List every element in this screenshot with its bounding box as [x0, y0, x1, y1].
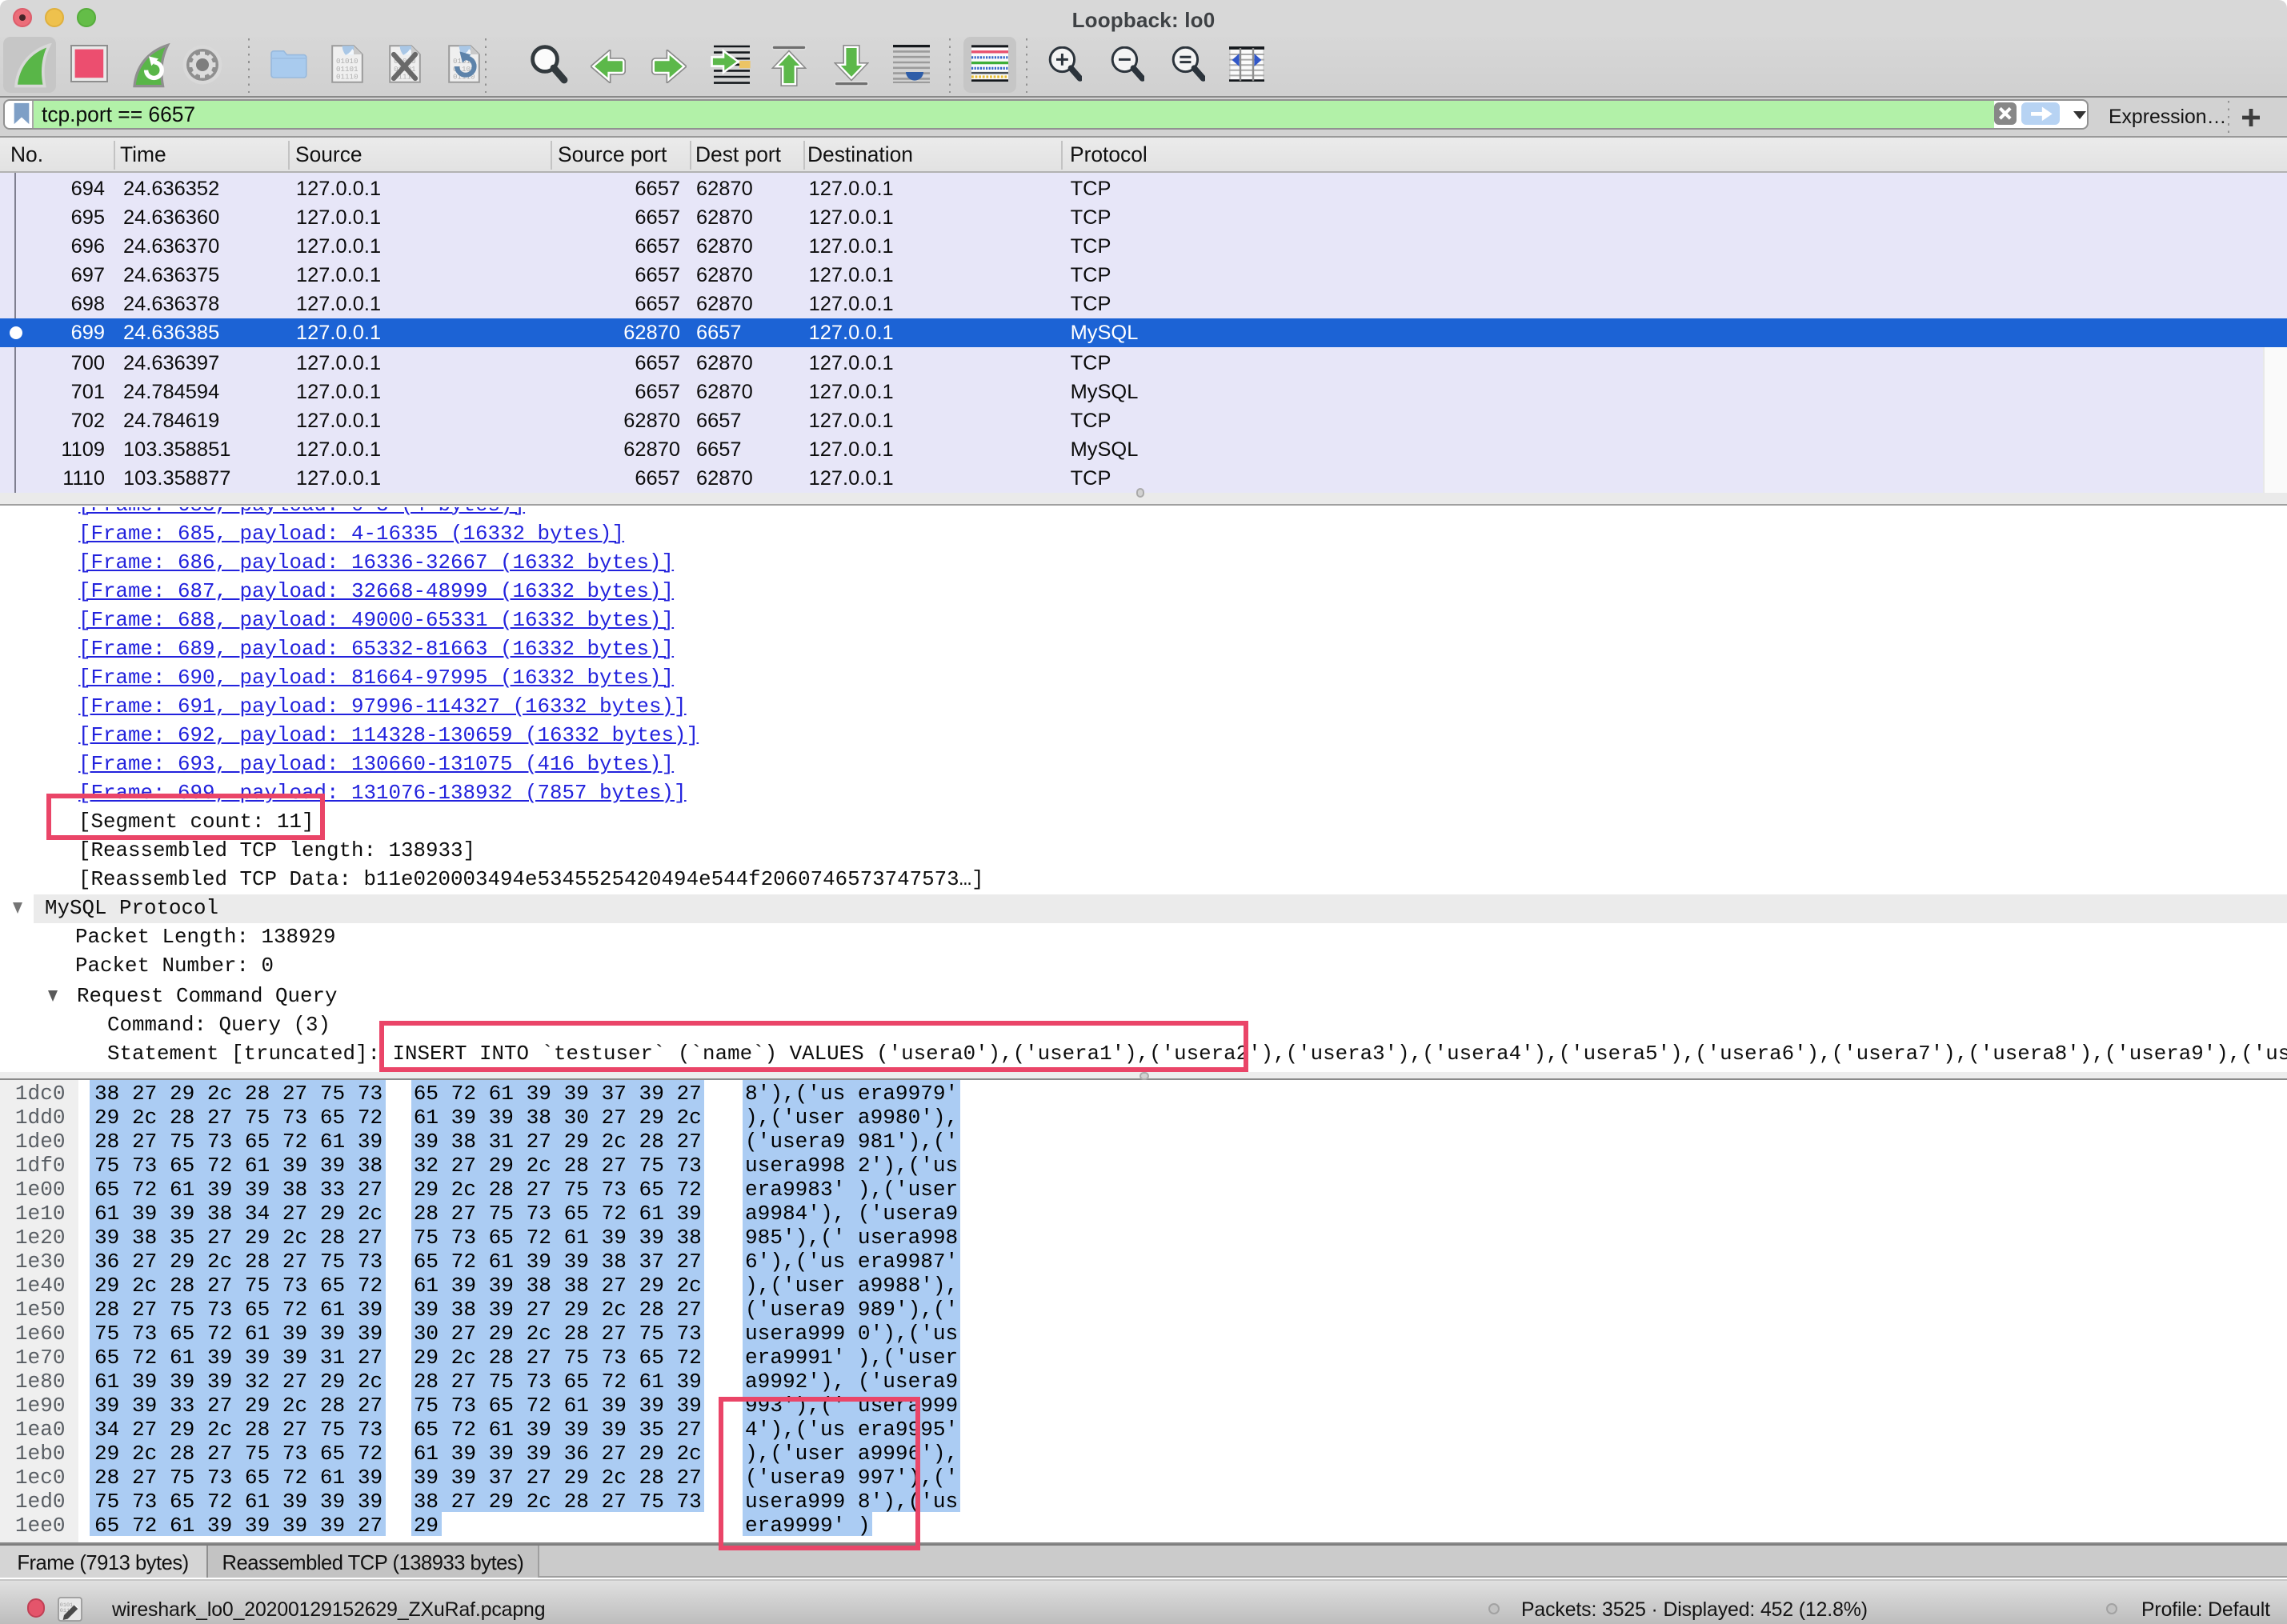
svg-text:01110: 01110: [335, 72, 358, 81]
